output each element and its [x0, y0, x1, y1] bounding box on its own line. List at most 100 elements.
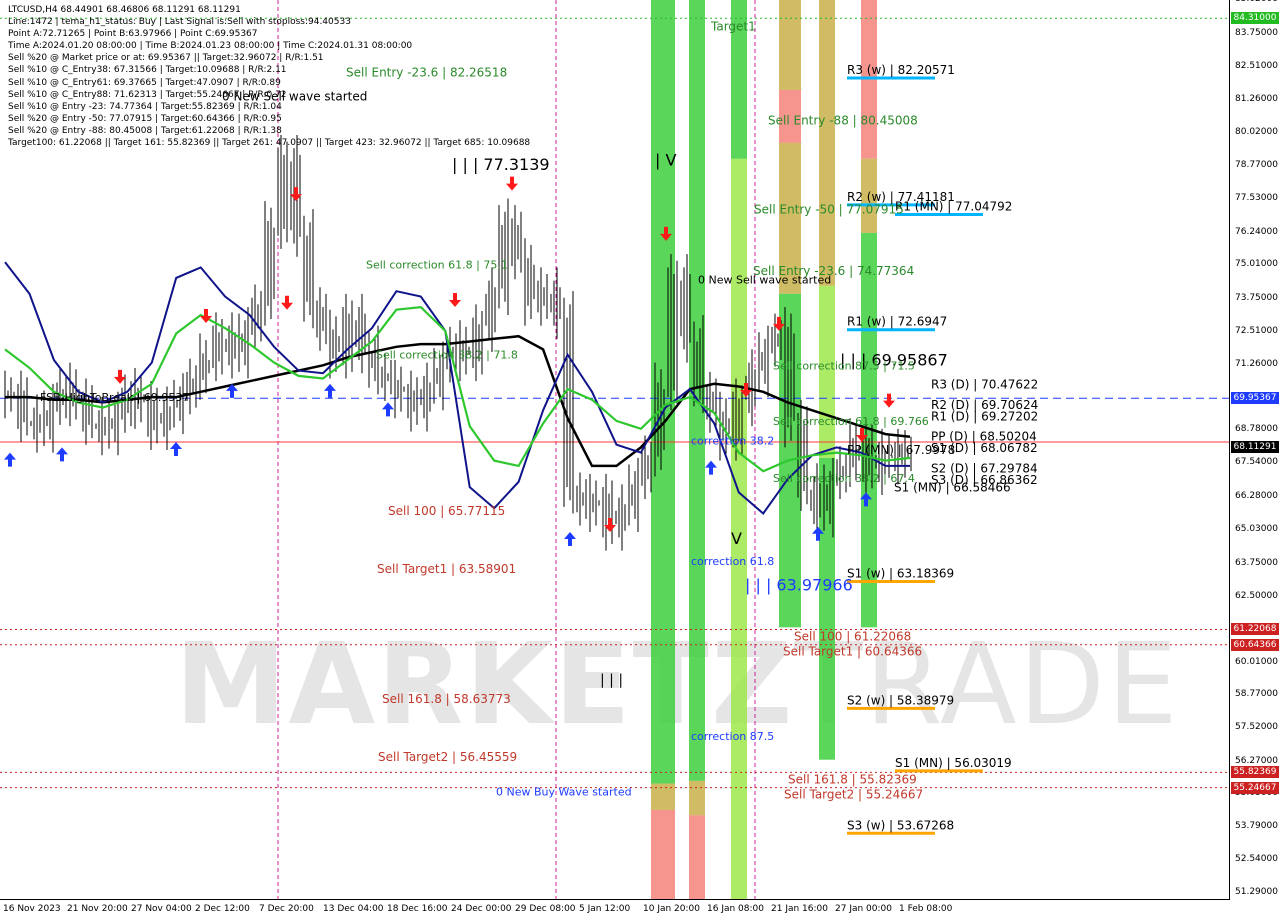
- info-line: Sell %10 @ C_Entry38: 67.31566 | Target:…: [8, 65, 287, 76]
- info-line: Line:1472 | tema_h1_status: Buy | Last S…: [8, 17, 351, 28]
- annotation-label: Sell correction 61.8 | 75.1: [366, 259, 508, 272]
- annotation-label: Sell Target2 | 56.45559: [378, 750, 517, 764]
- price-tick-label: 57.52000: [1235, 722, 1278, 733]
- annotation-label: S1 (MN) | 66.58466: [894, 481, 1011, 495]
- chart-area[interactable]: MARKETZTRADE R3 (w) | 82.20571 R2 (w) | 7…: [0, 0, 1230, 900]
- time-tick-label: 24 Dec 00:00: [451, 904, 512, 914]
- time-tick-label: 5 Jan 12:00: [579, 904, 631, 914]
- info-line: Sell %20 @ Market price or at: 69.95367 …: [8, 53, 324, 64]
- pivot-level-label: S3 (w) | 53.67268: [847, 818, 954, 832]
- annotation-label: correction 87.5: [691, 730, 774, 743]
- signal-zone-band: [689, 780, 705, 816]
- sell-arrow-icon: [114, 369, 126, 384]
- annotation-label: Sell correction 61.8 | 69.766: [773, 415, 929, 428]
- pivot-level-label: S2 (w) | 58.38979: [847, 693, 954, 707]
- time-tick-label: 13 Dec 04:00: [323, 904, 384, 914]
- sell-arrow-icon: [449, 293, 461, 308]
- time-tick-label: 27 Nov 04:00: [131, 904, 192, 914]
- time-tick-label: 1 Feb 08:00: [899, 904, 953, 914]
- annotation-label: FSB-HighToBreak | 69.9537: [40, 391, 189, 404]
- annotation-label: Sell 100 | 65.77115: [388, 504, 505, 518]
- price-tick-label: 60.01000: [1235, 656, 1278, 667]
- time-tick-label: 21 Jan 16:00: [771, 904, 828, 914]
- price-tag: 61.22068: [1231, 623, 1279, 636]
- price-tick-label: 78.77000: [1235, 159, 1278, 170]
- info-line: Sell %20 @ Entry -88: 80.45008 | Target:…: [8, 125, 282, 136]
- annotation-label: | | | 77.3139: [452, 155, 550, 174]
- time-tick-label: 16 Jan 08:00: [707, 904, 764, 914]
- pivot-level-label: R1 (w) | 72.6947: [847, 315, 947, 329]
- buy-arrow-icon: [324, 383, 336, 398]
- time-tick-label: 18 Dec 16:00: [387, 904, 448, 914]
- buy-arrow-icon: [56, 447, 68, 462]
- price-tick-label: 63.75000: [1235, 557, 1278, 568]
- annotation-label: Sell Entry -23.6 | 74.77364: [753, 264, 914, 278]
- price-tick-label: 52.54000: [1235, 854, 1278, 865]
- time-tick-label: 21 Nov 20:00: [67, 904, 128, 914]
- time-tick-label: 10 Jan 20:00: [643, 904, 700, 914]
- buy-arrow-icon: [705, 460, 717, 475]
- price-tick-label: 80.02000: [1235, 126, 1278, 137]
- price-tag: 55.82369: [1231, 766, 1279, 779]
- info-line: Time A:2024.01.20 08:00:00 | Time B:2024…: [8, 41, 413, 52]
- time-axis[interactable]: 16 Nov 2023 21 Nov 20:00 27 Nov 04:00 2 Dec…: [0, 900, 1230, 920]
- time-tick-label: 7 Dec 20:00: [259, 904, 314, 914]
- price-tick-label: 65.03000: [1235, 523, 1278, 534]
- info-line: Sell %10 @ C_Entry61: 69.37665 | Target:…: [8, 77, 281, 88]
- price-tick-label: 67.54000: [1235, 457, 1278, 468]
- price-axis[interactable]: 85.02000 83.75000 82.51000 81.26000 80.02000…: [1230, 0, 1280, 900]
- signal-zone-band: [779, 0, 801, 90]
- info-line: Target100: 61.22068 || Target 161: 55.82…: [8, 138, 531, 149]
- sell-arrow-icon: [883, 393, 895, 408]
- price-tick-label: 72.51000: [1235, 325, 1278, 336]
- annotation-label: Sell 100 | 61.22068: [794, 630, 911, 644]
- annotation-label: Sell Entry -88 | 80.45008: [768, 113, 918, 127]
- annotation-label: | | | 63.97966: [745, 575, 853, 594]
- annotation-label: Sell 161.8 | 58.63773: [382, 692, 511, 706]
- price-tick-label: 62.50000: [1235, 590, 1278, 601]
- pivot-level-label: R1 (MN) | 77.04792: [895, 199, 1012, 213]
- price-tick-label: 83.75000: [1235, 28, 1278, 39]
- annotation-label: | V: [655, 150, 676, 169]
- price-tick-label: 77.53000: [1235, 192, 1278, 203]
- price-tick-label: 51.29000: [1235, 887, 1278, 898]
- price-tick-label: 58.77000: [1235, 689, 1278, 700]
- annotation-label: Sell correction 38.2 | 71.8: [376, 349, 518, 362]
- buy-arrow-icon: [170, 442, 182, 457]
- pivot-level-label: S1 (MN) | 56.03019: [895, 756, 1012, 770]
- price-tick-label: 76.24000: [1235, 226, 1278, 237]
- time-tick-label: 29 Dec 08:00: [515, 904, 576, 914]
- signal-zone-band: [819, 0, 835, 286]
- price-tick-label: 66.28000: [1235, 490, 1278, 501]
- pivot-level-label: S1 (w) | 63.18369: [847, 566, 954, 580]
- price-tag: 60.64366: [1231, 638, 1279, 651]
- annotation-label: | | |: [600, 672, 623, 688]
- time-tick-label: 27 Jan 00:00: [835, 904, 892, 914]
- sell-arrow-icon: [281, 295, 293, 310]
- price-tag: 55.24667: [1231, 781, 1279, 794]
- price-tick-label: 71.26000: [1235, 358, 1278, 369]
- info-lines: Line:1472 | tema_h1_status: Buy | Last S…: [8, 16, 530, 149]
- annotation-label: V: [731, 529, 742, 548]
- time-tick-label: 16 Nov 2023: [3, 904, 61, 914]
- annotation-label: correction 61.8: [691, 555, 774, 568]
- info-line: Sell %10 @ Entry -23: 74.77364 | Target:…: [8, 101, 282, 112]
- price-tag: 69.95367: [1231, 392, 1279, 405]
- info-line: Sell %10 @ C_Entry88: 71.62313 | Target:…: [8, 89, 287, 100]
- annotation-label: Target1: [710, 19, 756, 33]
- price-tick-label: 56.27000: [1235, 755, 1278, 766]
- info-line: Sell %20 @ Entry -50: 77.07915 | Target:…: [8, 113, 282, 124]
- price-tick-label: 81.26000: [1235, 94, 1278, 104]
- price-tag: 68.11291: [1231, 441, 1279, 453]
- symbol-line: LTCUSD,H4 68.44901 68.46806 68.11291 68.…: [8, 5, 241, 15]
- annotation-label: Sell Target1 | 63.58901: [377, 562, 516, 576]
- pivot-level-label: R3 (w) | 82.20571: [847, 63, 955, 77]
- annotation-label: Sell 161.8 | 55.82369: [788, 773, 917, 787]
- price-tag: 84.31000: [1231, 12, 1279, 25]
- price-tick-label: 82.51000: [1235, 60, 1278, 71]
- info-line: Point A:72.71265 | Point B:63.97966 | Po…: [8, 29, 258, 40]
- annotation-label: Sell Target1 | 60.64366: [783, 645, 922, 659]
- price-tick-label: 85.02000: [1235, 0, 1278, 4]
- buy-arrow-icon: [4, 452, 16, 467]
- price-tick-label: 75.01000: [1235, 259, 1278, 270]
